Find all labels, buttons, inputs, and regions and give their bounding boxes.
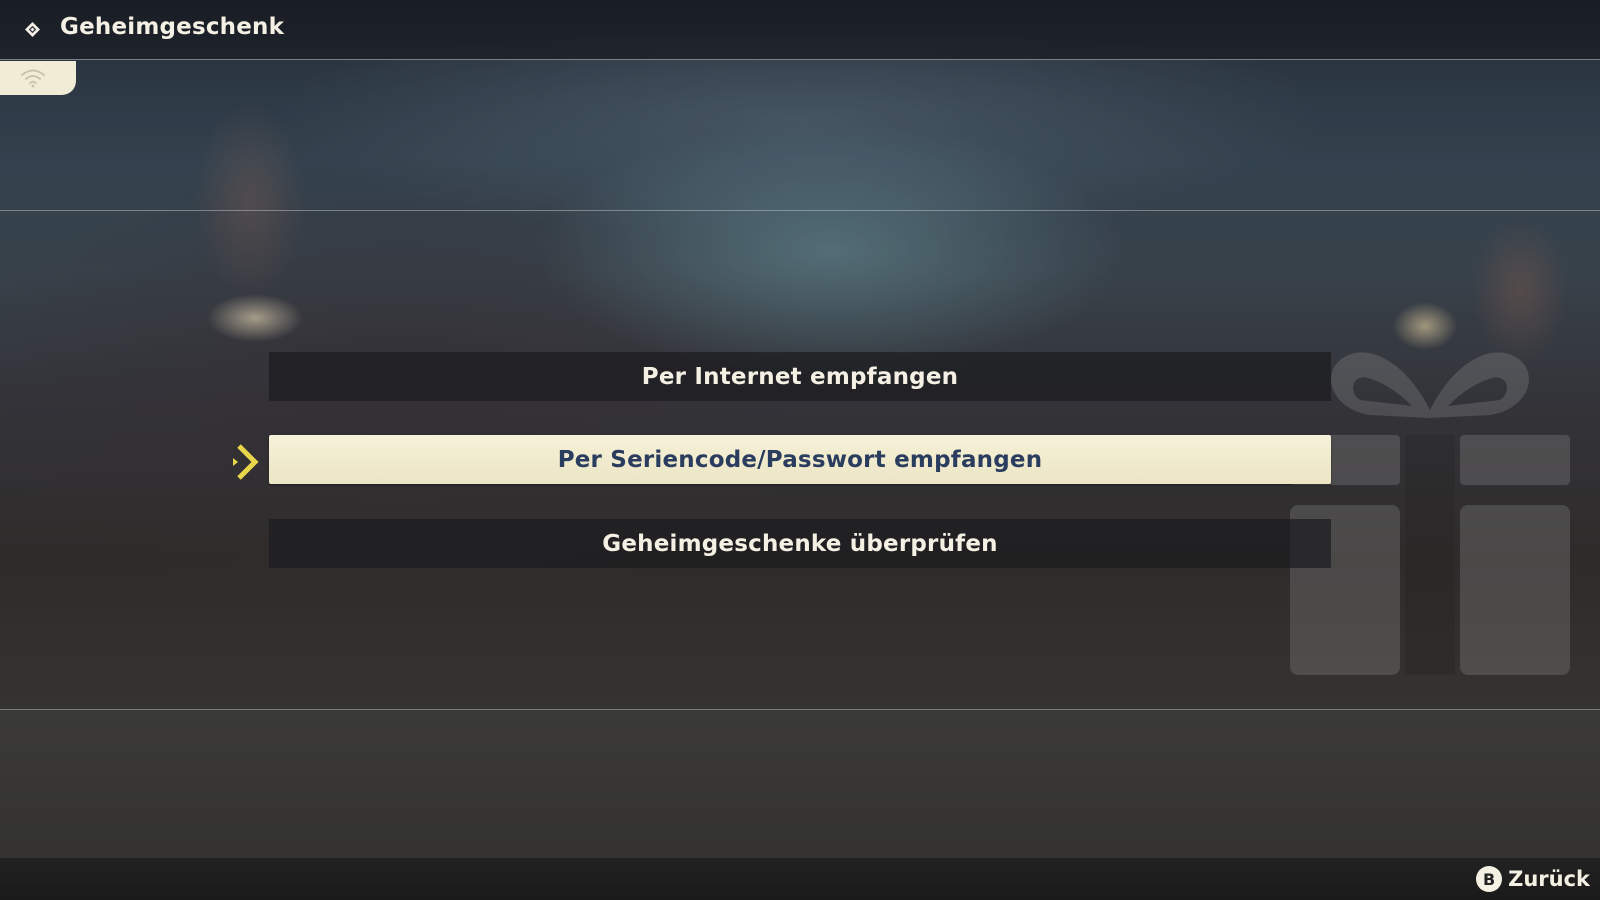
menu-item-check-gifts[interactable]: Geheimgeschenke überprüfen bbox=[269, 519, 1331, 568]
header-bar: Geheimgeschenk bbox=[0, 0, 1600, 60]
page-title: Geheimgeschenk bbox=[60, 14, 285, 40]
footer-bar: B Zurück bbox=[0, 858, 1600, 900]
menu-band-top-line bbox=[0, 210, 1600, 211]
menu-item-serial-code[interactable]: Per Seriencode/Passwort empfangen bbox=[269, 435, 1331, 484]
back-label: Zurück bbox=[1508, 867, 1590, 891]
back-button[interactable]: B Zurück bbox=[1476, 864, 1590, 894]
gift-icon bbox=[1290, 352, 1570, 675]
wifi-icon bbox=[21, 69, 45, 88]
chevron-right-icon bbox=[233, 444, 259, 480]
lower-panel bbox=[0, 710, 1600, 858]
connection-status-tab bbox=[0, 61, 76, 95]
diamond-icon bbox=[25, 22, 40, 37]
b-button-icon: B bbox=[1476, 866, 1503, 892]
menu-item-internet[interactable]: Per Internet empfangen bbox=[269, 352, 1331, 401]
